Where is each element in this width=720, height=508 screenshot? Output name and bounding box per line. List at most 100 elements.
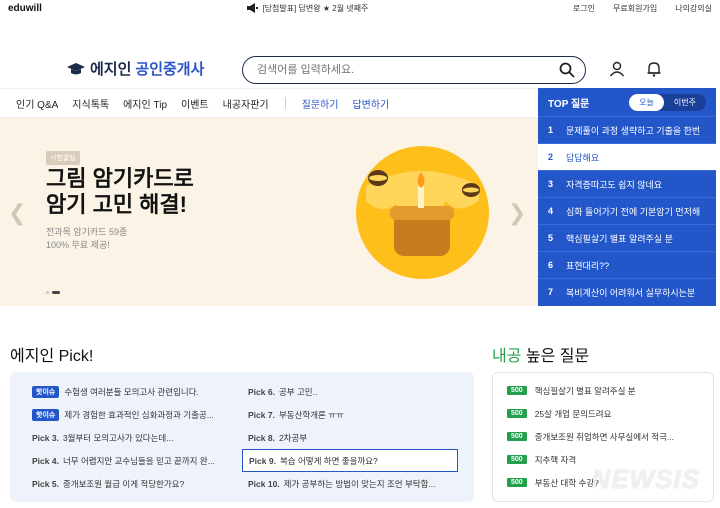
carousel-dots [46,291,60,294]
pick-text: 2차공부 [278,432,308,443]
toggle-this-week[interactable]: 이번주 [664,94,706,111]
user-icon[interactable] [608,60,626,78]
notice-text[interactable]: [당첨발표] 답변왕 ★ 2월 넷째주 [262,3,368,14]
title-rest: 높은 질문 [521,348,590,365]
high-points-item[interactable]: 500 중개보조원 취업하면 사무실에서 적극... [493,425,713,448]
brand-name-sub: 공인중개사 [135,61,205,78]
banner-prev-arrow[interactable]: ❮ [8,200,26,226]
pick-item-highlighted[interactable]: Pick 9. 복습 어떻게 하면 좋을까요? [242,449,458,472]
pick-item[interactable]: Pick 3. 3월부터 모의고사가 있다는데... [26,426,240,449]
banner-next-arrow[interactable]: ❯ [508,200,526,226]
pick-text: 수험생 여러분들 모의고사 관련입니다. [64,386,199,397]
pick-text: 3월부터 모의고사가 있다는데... [62,432,174,443]
pick-text: 너무 어렵지만 교수님들을 믿고 끝까지 완... [62,455,215,466]
pick-label: Pick 10. [248,478,280,489]
pick-section-title: 에지인 Pick! [10,348,94,365]
nav-vending[interactable]: 내공자판기 [223,96,269,111]
banner-subtitle: 전과목 암기카드 59종 100% 무료 제공! [46,226,127,252]
nav-event[interactable]: 이벤트 [181,96,209,111]
points-badge: 500 [507,432,527,441]
pick-item[interactable]: Pick 10. 제가 공부하는 방법이 맞는지 조언 부탁함... [242,472,458,495]
nav-ask-question[interactable]: 질문하기 [302,96,339,111]
high-points-item[interactable]: 500 25살 개업 문의드려요 [493,402,713,425]
nav-popular-qa[interactable]: 인기 Q&A [16,96,58,111]
pick-label: Pick 9. [249,455,276,466]
pick-item[interactable]: 핫이슈 제가 경험한 효과적인 심화과정과 기출공... [26,403,240,426]
carousel-dot-active[interactable] [52,291,60,294]
period-toggle: 오늘 이번주 [629,93,706,111]
top-question-item[interactable]: 3 자격증따고도 쉽지 않네요 [538,170,716,197]
account-links: 로그인 무료회원가입 나의강의실 [573,3,712,14]
top-question-item[interactable]: 4 심화 들어가기 전에 기본암기 먼저해 [538,197,716,224]
site-brand[interactable]: 에지인 공인중개사 [66,58,204,79]
pick-item[interactable]: Pick 6. 공부 고민.. [242,380,458,403]
nav-tip[interactable]: 에지인 Tip [123,96,167,111]
question-text: 복비계산이 어려워서 실무하시는분 [566,287,696,298]
bell-icon[interactable] [645,60,663,78]
question-text: 부동산 대학 수강? [534,477,599,488]
toggle-today[interactable]: 오늘 [629,93,664,111]
rank: 2 [548,152,554,162]
my-classroom-link[interactable]: 나의강의실 [675,3,712,14]
pick-label: Pick 4. [32,455,59,466]
brand-name-main: 에지인 [90,61,132,78]
nav-knowledge-talk[interactable]: 지식톡톡 [72,96,109,111]
top-questions-title: TOP 질문 [548,98,590,110]
top-question-item[interactable]: 5 핵심필살기 별표 알려주실 분 [538,224,716,251]
pick-item[interactable]: Pick 4. 너무 어렵지만 교수님들을 믿고 끝까지 완... [26,449,240,472]
hot-issue-badge: 핫이슈 [32,408,60,421]
megaphone-icon [247,3,259,13]
pick-label: Pick 7. [248,409,275,420]
top-question-item[interactable]: 7 복비계산이 어려워서 실무하시는분 [538,278,716,305]
question-text: 핵심필살기 별표 알려주실 분 [534,385,636,396]
top-question-item[interactable]: 1 문제풀이 과정 생략하고 기출을 한번 [538,116,716,143]
pick-item[interactable]: Pick 7. 부동산학개론 ㅠㅠ [242,403,458,426]
question-text: 문제풀이 과정 생략하고 기출을 한번 [566,125,701,136]
rank: 1 [548,125,554,135]
eduwill-logo[interactable]: eduwill [8,3,42,14]
title-highlight: 내공 [492,348,522,365]
promo-banner[interactable]: 시험꿀팁 그림 암기카드로 암기 고민 해결! 전과목 암기카드 59종 100… [0,118,538,306]
pick-label: Pick 8. [248,432,275,443]
question-text: 중개보조원 취업하면 사무실에서 적극... [534,431,674,442]
pick-label: Pick 3. [32,432,59,443]
nav-divider [284,97,286,109]
pick-label: Pick 5. [32,478,59,489]
points-badge: 500 [507,455,527,464]
login-link[interactable]: 로그인 [573,3,595,14]
rank: 4 [548,206,554,216]
pick-item[interactable]: Pick 5. 중개보조원 월급 이게 적당한가요? [26,472,240,495]
pick-text: 제가 경험한 효과적인 심화과정과 기출공... [64,409,214,420]
question-text: 자격증따고도 쉽지 않네요 [566,179,663,190]
points-badge: 500 [507,409,527,418]
search-bar [242,56,586,84]
signup-link[interactable]: 무료회원가입 [613,3,657,14]
top-question-item[interactable]: 6 표현대리?? [538,251,716,278]
pick-text: 부동산학개론 ㅠㅠ [278,409,344,420]
points-badge: 500 [507,478,527,487]
pick-list-box: 핫이슈 수험생 여러분들 모의고사 관련입니다. 핫이슈 제가 경험한 효과적인 심… [10,372,474,502]
nav-answer[interactable]: 답변하기 [352,96,389,111]
pick-text: 중개보조원 월급 이게 적당한가요? [62,478,185,489]
top-questions-list: 1 문제풀이 과정 생략하고 기출을 한번 2 답답해요 3 자격증따고도 쉽지 않네… [538,116,716,305]
pick-label: Pick 6. [248,386,275,397]
question-text: 핵심필살기 별표 알려주실 분 [566,233,673,244]
question-text: 심화 들어가기 전에 기본암기 먼저해 [566,206,701,217]
carousel-dot[interactable] [46,291,49,294]
hot-issue-badge: 핫이슈 [32,385,60,398]
pick-text: 공부 고민.. [278,386,318,397]
high-points-item[interactable]: 500 핵심필살기 별표 알려주실 분 [493,379,713,402]
banner-tag: 시험꿀팁 [46,151,80,165]
question-text: 지추핵 자격 [534,454,577,465]
pick-item[interactable]: Pick 8. 2차공부 [242,426,458,449]
banner-title-line1: 그림 암기카드로 [46,166,194,191]
search-input[interactable] [257,64,559,76]
rank: 7 [548,287,554,297]
notice-banner[interactable]: [당첨발표] 답변왕 ★ 2월 넷째주 [246,3,368,14]
top-bar: eduwill [당첨발표] 답변왕 ★ 2월 넷째주 로그인 무료회원가입 나… [0,0,720,16]
search-icon[interactable] [559,62,575,78]
pick-column-right: Pick 6. 공부 고민.. Pick 7. 부동산학개론 ㅠㅠ Pick 8. 2… [242,380,458,495]
top-question-item[interactable]: 2 답답해요 [538,143,716,170]
pick-item[interactable]: 핫이슈 수험생 여러분들 모의고사 관련입니다. [26,380,240,403]
banner-sub-line2: 100% 무료 제공! [46,240,110,250]
